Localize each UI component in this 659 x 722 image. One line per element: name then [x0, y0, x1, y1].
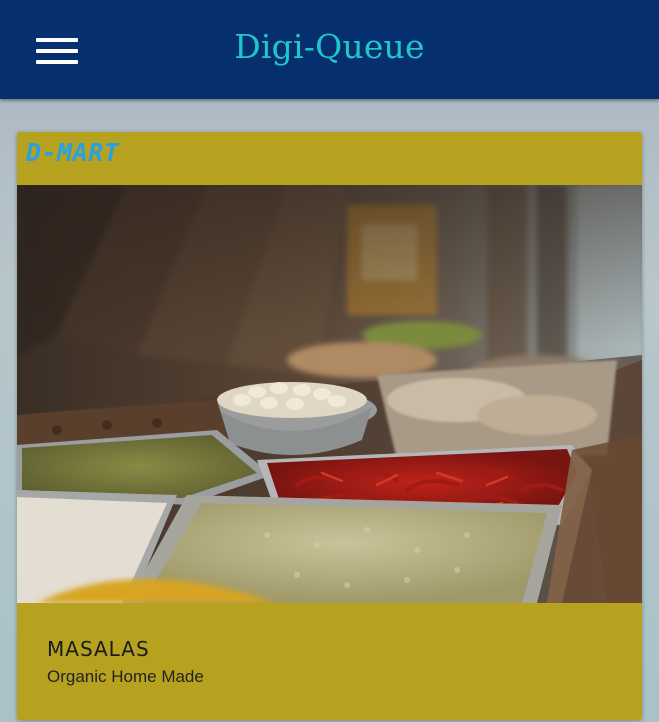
app-header: Digi-Queue — [0, 0, 659, 99]
spices-market-photo — [17, 185, 642, 603]
category-title: MASALAS — [47, 637, 150, 661]
app-title: Digi-Queue — [234, 27, 425, 66]
store-name: D-MART — [26, 138, 120, 167]
store-card[interactable]: D-MART MASALAS Organic Home Made — [17, 132, 642, 720]
category-subtitle: Organic Home Made — [47, 667, 204, 686]
